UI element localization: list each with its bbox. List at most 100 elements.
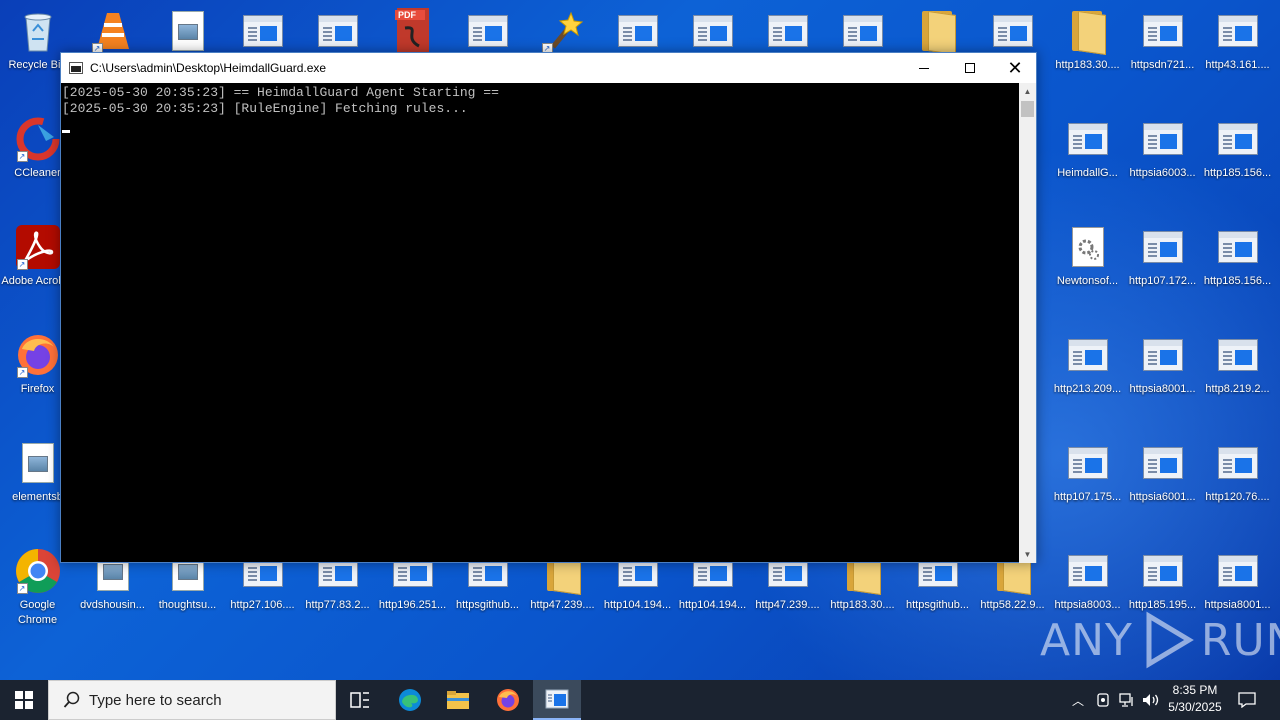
desktop-icon-label: http58.22.9... xyxy=(980,599,1045,611)
minimize-button[interactable] xyxy=(901,53,947,83)
desktop-icon-exe[interactable]: http213.209... xyxy=(1050,324,1125,424)
console-line: [2025-05-30 20:35:23] == HeimdallGuard A… xyxy=(62,85,499,100)
desktop-icon-label: httpsdn721... xyxy=(1130,59,1195,71)
desktop-icon-exe[interactable]: HeimdallG... xyxy=(1050,108,1125,208)
exe-file-icon xyxy=(1215,224,1261,270)
windows-logo-icon xyxy=(15,691,33,709)
file-explorer-icon xyxy=(447,691,469,709)
taskbar-console-app[interactable] xyxy=(533,680,581,720)
desktop-icon-config-file[interactable]: Newtonsof... xyxy=(1050,216,1125,316)
desktop-icon-exe[interactable]: http107.175... xyxy=(1050,432,1125,532)
desktop-icon-exe[interactable]: http185.156... xyxy=(1200,108,1275,208)
scroll-up-icon[interactable]: ▲ xyxy=(1019,83,1036,100)
recycle-bin-icon xyxy=(15,8,61,54)
volume-button[interactable] xyxy=(1140,680,1162,720)
window-title: C:\Users\admin\Desktop\HeimdallGuard.exe xyxy=(90,61,327,75)
edge-icon xyxy=(399,689,421,711)
desktop-icon-label: dvdshousin... xyxy=(80,599,145,611)
taskbar-edge[interactable] xyxy=(386,680,434,720)
desktop-icon-exe[interactable]: http43.161.... xyxy=(1200,0,1275,100)
tray-device-button[interactable] xyxy=(1094,680,1112,720)
image-file-icon xyxy=(165,8,211,54)
exe-file-icon xyxy=(1140,548,1186,594)
desktop-icon-exe[interactable]: httpsia8001... xyxy=(1125,324,1200,424)
console-output[interactable]: [2025-05-30 20:35:23] == HeimdallGuard A… xyxy=(61,83,1021,563)
close-button[interactable]: ✕ xyxy=(992,53,1038,83)
search-placeholder: Type here to search xyxy=(89,691,222,709)
desktop-icon-label: thoughtsu... xyxy=(158,599,217,611)
console-app-icon xyxy=(545,689,569,709)
network-icon xyxy=(1119,693,1133,707)
firefox-icon: ↗ xyxy=(15,332,61,378)
exe-file-icon xyxy=(690,8,736,54)
desktop-icon-label: http77.83.2... xyxy=(305,599,370,611)
maximize-icon xyxy=(965,63,975,73)
exe-file-icon xyxy=(1215,440,1261,486)
network-button[interactable] xyxy=(1117,680,1137,720)
exe-file-icon xyxy=(840,8,886,54)
taskbar-file-explorer[interactable] xyxy=(434,680,482,720)
close-icon: ✕ xyxy=(1007,58,1023,78)
desktop-icon-exe[interactable]: httpsdn721... xyxy=(1125,0,1200,100)
desktop-icon-label: http43.161.... xyxy=(1205,59,1270,71)
maximize-button[interactable] xyxy=(947,53,993,83)
image-file-icon xyxy=(15,440,61,486)
desktop-icon-label: http8.219.2... xyxy=(1205,383,1270,395)
desktop-icon-label: http27.106.... xyxy=(230,599,295,611)
notifications-button[interactable] xyxy=(1230,680,1264,720)
console-titlebar[interactable]: C:\Users\admin\Desktop\HeimdallGuard.exe… xyxy=(61,53,1036,83)
desktop-icon-label: http120.76.... xyxy=(1205,491,1270,503)
scroll-thumb[interactable] xyxy=(1021,101,1034,117)
start-button[interactable] xyxy=(0,680,48,720)
ccleaner-icon: ↗ xyxy=(15,116,61,162)
play-logo-icon xyxy=(1146,611,1194,669)
clock-date: 5/30/2025 xyxy=(1168,700,1222,714)
magic-wand-icon: ↗ xyxy=(540,8,586,54)
minimize-icon xyxy=(919,67,929,69)
desktop-icon-exe[interactable]: http8.219.2... xyxy=(1200,324,1275,424)
desktop-icon-folder[interactable]: http183.30.... xyxy=(1050,0,1125,100)
console-window[interactable]: C:\Users\admin\Desktop\HeimdallGuard.exe… xyxy=(60,52,1037,563)
vlc-icon: ↗ xyxy=(90,8,136,54)
desktop-icon-exe[interactable]: httpsia6003... xyxy=(1125,108,1200,208)
exe-file-icon xyxy=(990,8,1036,54)
desktop-icon-label: http185.156... xyxy=(1203,167,1272,179)
taskbar-search-box[interactable]: Type here to search xyxy=(48,680,336,720)
chevron-up-icon: ︿ xyxy=(1071,693,1084,708)
desktop-icon-exe[interactable]: httpsia6001... xyxy=(1125,432,1200,532)
task-view-icon xyxy=(350,692,369,708)
scroll-down-icon[interactable]: ▼ xyxy=(1019,546,1036,563)
console-app-icon xyxy=(69,62,83,74)
svg-text:PDF: PDF xyxy=(398,10,417,20)
taskbar-firefox[interactable] xyxy=(484,680,532,720)
folder-icon xyxy=(915,8,961,55)
exe-file-icon xyxy=(615,8,661,54)
taskbar-clock[interactable]: 8:35 PM 5/30/2025 xyxy=(1160,682,1230,716)
text-cursor xyxy=(62,130,70,133)
exe-file-icon xyxy=(1140,332,1186,378)
desktop-icon-exe[interactable]: http120.76.... xyxy=(1200,432,1275,532)
desktop-icon-label: http185.156... xyxy=(1203,275,1272,287)
shortcut-arrow-icon: ↗ xyxy=(16,151,28,162)
show-hidden-icons-button[interactable]: ︿ xyxy=(1068,680,1088,720)
desktop-icon-exe[interactable]: http107.172... xyxy=(1125,216,1200,316)
desktop-icon-label: httpsia6003... xyxy=(1129,167,1196,179)
exe-file-icon xyxy=(1065,548,1111,594)
settings-file-icon xyxy=(1065,224,1111,270)
task-view-button[interactable] xyxy=(336,680,384,720)
desktop-icon-label: Google Chrome xyxy=(17,599,58,626)
exe-file-icon xyxy=(1140,440,1186,486)
console-line: [2025-05-30 20:35:23] [RuleEngine] Fetch… xyxy=(62,101,468,116)
exe-file-icon xyxy=(1140,8,1186,54)
desktop-icon-label: Newtonsof... xyxy=(1056,275,1119,287)
exe-file-icon xyxy=(1215,548,1261,594)
watermark-left: ANY xyxy=(1040,614,1133,666)
exe-file-icon xyxy=(1065,440,1111,486)
folder-icon xyxy=(1065,8,1111,55)
desktop-icon-label: http213.209... xyxy=(1053,383,1122,395)
pdf-file-icon: PDF xyxy=(390,8,436,54)
vertical-scrollbar[interactable]: ▲ ▼ xyxy=(1019,83,1036,563)
desktop-icon-label: http47.239.... xyxy=(755,599,820,611)
desktop-icon-exe[interactable]: http185.156... xyxy=(1200,216,1275,316)
desktop-icon-label: httpsia6001... xyxy=(1129,491,1196,503)
